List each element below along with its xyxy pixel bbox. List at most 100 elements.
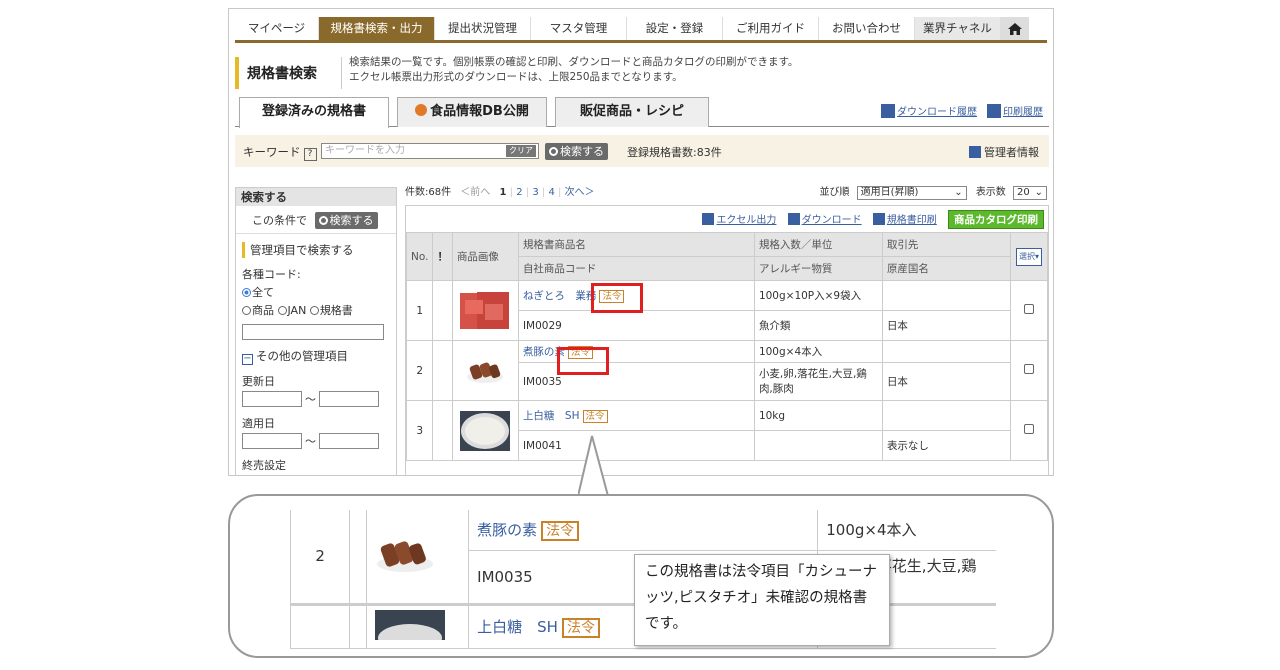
law-badge[interactable]: 法令 <box>582 410 608 423</box>
radio-icon <box>277 306 287 315</box>
home-icon <box>1008 23 1022 35</box>
search-icon <box>549 147 558 156</box>
zoom-row-top: 2 煮豚の素 法令 100g×4本入 <box>290 510 996 605</box>
row-checkbox[interactable] <box>1023 364 1034 374</box>
sidebar-mgmt: 管理項目で検索する 各種コード: 全て 商品 JAN 規格書 − その他の管理項目… <box>236 234 396 473</box>
table-row[interactable]: 3 上白糖 SH 法令 10kg <box>405 400 1049 461</box>
keyword-input[interactable]: キーワードを入力 クリア <box>321 143 539 159</box>
nav-settings[interactable]: 設定・登録 <box>627 17 723 40</box>
row-select <box>1009 340 1049 401</box>
tab-food-db[interactable]: 食品情報DB公開 <box>397 97 547 127</box>
table-row[interactable]: 2 煮豚の素 法令 100g×4本入 <box>405 340 1049 401</box>
prev-page[interactable]: ＜前へ <box>460 187 490 198</box>
excel-export-link[interactable]: エクセル出力 <box>702 213 776 226</box>
radio-icon <box>242 306 251 315</box>
nav-mypage[interactable]: マイページ <box>235 17 319 40</box>
cond-label: この条件で <box>252 214 307 227</box>
tab-registered-specs[interactable]: 登録済みの規格書 <box>239 97 389 128</box>
row-no: 3 <box>405 400 434 461</box>
row-client <box>881 400 1011 431</box>
home-button[interactable] <box>1001 17 1029 40</box>
other-items-toggle[interactable]: − その他の管理項目 <box>242 348 390 365</box>
row-spec-name[interactable]: 上白糖 SH 法令 <box>517 400 755 431</box>
code-input[interactable] <box>242 324 384 340</box>
nibuta-image <box>467 362 504 383</box>
help-icon[interactable]: ? <box>303 148 317 161</box>
row-checkbox[interactable] <box>1023 304 1034 314</box>
table-row[interactable]: 1 ねぎとろ 業務 法令 100g×10P入×9袋入 <box>405 280 1049 341</box>
code-radio-jan[interactable]: JAN <box>277 304 306 317</box>
tab-promo-recipes[interactable]: 販促商品・レシピ <box>555 97 709 127</box>
row-qty: 10kg <box>753 400 883 431</box>
code-radio-product[interactable]: 商品 <box>242 304 274 317</box>
updated-label: 更新日 <box>242 375 275 388</box>
next-page[interactable]: 次へ＞ <box>565 187 595 198</box>
spec-name-link[interactable]: ねぎとろ 業務 <box>523 290 597 302</box>
app-frame: マイページ 規格書検索・出力 提出状況管理 マスタ管理 設定・登録 ご利用ガイド… <box>228 8 1054 476</box>
sort-select[interactable]: 適用日(昇順) ⌄ <box>856 186 967 200</box>
print-icon <box>987 104 1001 118</box>
row-alert <box>432 340 453 401</box>
col-product-code: 自社商品コード <box>517 256 755 281</box>
keyword-placeholder: キーワードを入力 <box>325 145 405 156</box>
code-radio-all[interactable]: 全て <box>242 284 390 300</box>
page-description: 検索結果の一覧です。個別帳票の確認と印刷、ダウンロードと商品カタログの印刷ができ… <box>349 55 798 85</box>
nav-industry-channel[interactable]: 業界チャネル <box>915 17 1001 40</box>
code-radio-spec[interactable]: 規格書 <box>309 304 353 317</box>
title-accent <box>235 57 239 89</box>
row-image <box>451 340 519 401</box>
applied-to-input[interactable] <box>319 433 379 449</box>
zoom-name: 煮豚の素 <box>477 520 538 539</box>
radio-icon <box>309 306 319 315</box>
radio-checked-icon <box>242 288 251 297</box>
negitoro-image <box>460 291 510 329</box>
row-no: 1 <box>405 280 434 341</box>
nav-master[interactable]: マスタ管理 <box>531 17 627 40</box>
spec-print-link[interactable]: 規格書印刷 <box>872 213 937 226</box>
applied-from-input[interactable] <box>242 433 302 449</box>
zoom-next-image <box>366 602 469 650</box>
updated-from-input[interactable] <box>242 391 302 407</box>
sidebar-search-button[interactable]: 検索する <box>314 212 378 229</box>
download-history-label: ダウンロード履歴 <box>897 107 977 118</box>
chevron-down-icon: ⌄ <box>954 187 963 198</box>
applied-label: 適用日 <box>242 417 275 430</box>
select-menu-button[interactable]: 選択▾ <box>1015 247 1042 266</box>
page-2[interactable]: 2 <box>516 187 522 198</box>
page-1[interactable]: 1 <box>499 187 506 198</box>
download-history-link[interactable]: ダウンロード履歴 <box>881 103 977 118</box>
zoom-next-name-text: 上白糖 SH <box>477 617 558 636</box>
admin-info-link[interactable]: 管理者情報 <box>969 144 1039 160</box>
nav-submission-status[interactable]: 提出状況管理 <box>435 17 531 40</box>
page-4[interactable]: 4 <box>548 187 554 198</box>
catalog-print-button[interactable]: 商品カタログ印刷 <box>948 210 1044 229</box>
col-select: 選択▾ <box>1009 232 1049 281</box>
col-allergy: アレルギー物質 <box>753 256 883 281</box>
spec-print-label: 規格書印刷 <box>886 215 937 226</box>
per-page-select[interactable]: 20 ⌄ <box>1013 186 1047 200</box>
row-origin: 日本 <box>881 310 1011 341</box>
download-link[interactable]: ダウンロード <box>787 213 862 226</box>
download-label: ダウンロード <box>801 215 862 226</box>
row-checkbox[interactable] <box>1023 424 1034 434</box>
row-spec-name[interactable]: 煮豚の素 法令 <box>517 340 755 363</box>
print-history-link[interactable]: 印刷履歴 <box>987 103 1043 118</box>
page-3[interactable]: 3 <box>532 187 538 198</box>
person-icon <box>969 146 981 158</box>
nav-guide[interactable]: ご利用ガイド <box>723 17 819 40</box>
applied-range: 〜 <box>242 433 390 449</box>
zoom-next-no <box>290 602 350 649</box>
clear-button[interactable]: クリア <box>506 145 536 157</box>
title-divider <box>341 57 342 89</box>
zoom-law-badge: 法令 <box>541 520 580 541</box>
keyword-search-button[interactable]: 検索する <box>545 143 608 160</box>
row-alert <box>432 400 453 461</box>
col-origin: 原産国名 <box>881 256 1011 281</box>
col-spec-name: 規格書商品名 <box>517 232 755 257</box>
updated-to-input[interactable] <box>319 391 379 407</box>
spec-name-link[interactable]: 上白糖 SH <box>523 410 580 422</box>
nav-spec-search[interactable]: 規格書検索・出力 <box>319 17 435 40</box>
nav-contact[interactable]: お問い合わせ <box>819 17 915 40</box>
keyword-label: キーワード <box>243 145 301 159</box>
download-icon <box>702 213 715 225</box>
